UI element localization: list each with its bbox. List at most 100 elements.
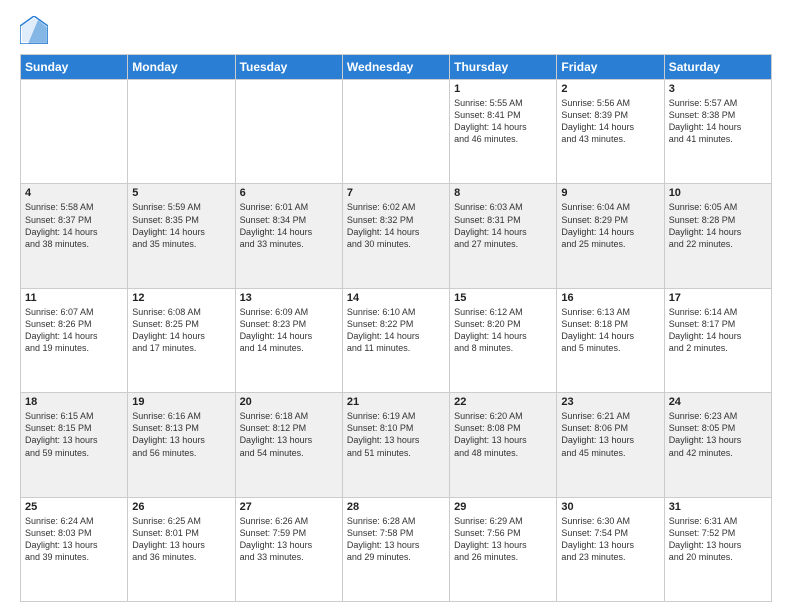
day-number: 8 [454, 187, 552, 199]
day-info: Sunrise: 6:10 AM Sunset: 8:22 PM Dayligh… [347, 306, 445, 355]
calendar: SundayMondayTuesdayWednesdayThursdayFrid… [20, 54, 772, 602]
week-row-4: 25 Sunrise: 6:24 AM Sunset: 8:03 PM Dayli… [21, 497, 772, 601]
day-cell-25: 25 Sunrise: 6:24 AM Sunset: 8:03 PM Dayli… [21, 497, 128, 601]
day-number: 27 [240, 501, 338, 513]
day-info: Sunrise: 6:29 AM Sunset: 7:56 PM Dayligh… [454, 515, 552, 564]
day-cell-31: 31 Sunrise: 6:31 AM Sunset: 7:52 PM Dayli… [664, 497, 771, 601]
day-number: 29 [454, 501, 552, 513]
day-info: Sunrise: 5:59 AM Sunset: 8:35 PM Dayligh… [132, 201, 230, 250]
day-cell-20: 20 Sunrise: 6:18 AM Sunset: 8:12 PM Dayli… [235, 393, 342, 497]
day-number: 19 [132, 396, 230, 408]
day-number: 22 [454, 396, 552, 408]
day-info: Sunrise: 6:21 AM Sunset: 8:06 PM Dayligh… [561, 410, 659, 459]
day-cell-10: 10 Sunrise: 6:05 AM Sunset: 8:28 PM Dayli… [664, 184, 771, 288]
col-header-friday: Friday [557, 55, 664, 80]
day-cell-13: 13 Sunrise: 6:09 AM Sunset: 8:23 PM Dayli… [235, 288, 342, 392]
day-info: Sunrise: 5:56 AM Sunset: 8:39 PM Dayligh… [561, 97, 659, 146]
day-cell-9: 9Sunrise: 6:04 AM Sunset: 8:29 PM Daylig… [557, 184, 664, 288]
day-cell-30: 30 Sunrise: 6:30 AM Sunset: 7:54 PM Dayli… [557, 497, 664, 601]
day-info: Sunrise: 6:15 AM Sunset: 8:15 PM Dayligh… [25, 410, 123, 459]
day-info: Sunrise: 6:16 AM Sunset: 8:13 PM Dayligh… [132, 410, 230, 459]
day-number: 6 [240, 187, 338, 199]
day-info: Sunrise: 6:20 AM Sunset: 8:08 PM Dayligh… [454, 410, 552, 459]
day-cell-17: 17 Sunrise: 6:14 AM Sunset: 8:17 PM Dayli… [664, 288, 771, 392]
day-cell-2: 2 Sunrise: 5:56 AM Sunset: 8:39 PM Daylig… [557, 80, 664, 184]
day-number: 4 [25, 187, 123, 199]
day-info: Sunrise: 5:58 AM Sunset: 8:37 PM Dayligh… [25, 201, 123, 250]
day-info: Sunrise: 6:05 AM Sunset: 8:28 PM Dayligh… [669, 201, 767, 250]
day-cell-7: 7 Sunrise: 6:02 AM Sunset: 8:32 PM Daylig… [342, 184, 449, 288]
day-number: 18 [25, 396, 123, 408]
logo [20, 16, 52, 44]
calendar-header-row: SundayMondayTuesdayWednesdayThursdayFrid… [21, 55, 772, 80]
day-cell-11: 11Sunrise: 6:07 AM Sunset: 8:26 PM Dayli… [21, 288, 128, 392]
day-info: Sunrise: 6:09 AM Sunset: 8:23 PM Dayligh… [240, 306, 338, 355]
day-info: Sunrise: 6:02 AM Sunset: 8:32 PM Dayligh… [347, 201, 445, 250]
day-info: Sunrise: 6:12 AM Sunset: 8:20 PM Dayligh… [454, 306, 552, 355]
day-cell-27: 27Sunrise: 6:26 AM Sunset: 7:59 PM Dayli… [235, 497, 342, 601]
col-header-monday: Monday [128, 55, 235, 80]
day-number: 10 [669, 187, 767, 199]
day-cell-8: 8 Sunrise: 6:03 AM Sunset: 8:31 PM Daylig… [450, 184, 557, 288]
col-header-wednesday: Wednesday [342, 55, 449, 80]
col-header-sunday: Sunday [21, 55, 128, 80]
day-number: 1 [454, 83, 552, 95]
day-info: Sunrise: 5:57 AM Sunset: 8:38 PM Dayligh… [669, 97, 767, 146]
day-info: Sunrise: 6:31 AM Sunset: 7:52 PM Dayligh… [669, 515, 767, 564]
day-cell-14: 14Sunrise: 6:10 AM Sunset: 8:22 PM Dayli… [342, 288, 449, 392]
day-cell-24: 24Sunrise: 6:23 AM Sunset: 8:05 PM Dayli… [664, 393, 771, 497]
day-number: 16 [561, 292, 659, 304]
day-cell-6: 6 Sunrise: 6:01 AM Sunset: 8:34 PM Daylig… [235, 184, 342, 288]
day-info: Sunrise: 6:03 AM Sunset: 8:31 PM Dayligh… [454, 201, 552, 250]
col-header-thursday: Thursday [450, 55, 557, 80]
empty-cell [128, 80, 235, 184]
empty-cell [342, 80, 449, 184]
day-number: 25 [25, 501, 123, 513]
logo-icon [20, 16, 48, 44]
day-cell-23: 23 Sunrise: 6:21 AM Sunset: 8:06 PM Dayli… [557, 393, 664, 497]
day-info: Sunrise: 6:19 AM Sunset: 8:10 PM Dayligh… [347, 410, 445, 459]
day-number: 17 [669, 292, 767, 304]
day-number: 26 [132, 501, 230, 513]
day-info: Sunrise: 6:04 AM Sunset: 8:29 PM Dayligh… [561, 201, 659, 250]
day-info: Sunrise: 6:30 AM Sunset: 7:54 PM Dayligh… [561, 515, 659, 564]
day-cell-26: 26 Sunrise: 6:25 AM Sunset: 8:01 PM Dayli… [128, 497, 235, 601]
day-info: Sunrise: 6:14 AM Sunset: 8:17 PM Dayligh… [669, 306, 767, 355]
day-info: Sunrise: 6:01 AM Sunset: 8:34 PM Dayligh… [240, 201, 338, 250]
day-number: 20 [240, 396, 338, 408]
day-cell-22: 22 Sunrise: 6:20 AM Sunset: 8:08 PM Dayli… [450, 393, 557, 497]
week-row-3: 18 Sunrise: 6:15 AM Sunset: 8:15 PM Dayli… [21, 393, 772, 497]
day-cell-4: 4 Sunrise: 5:58 AM Sunset: 8:37 PM Daylig… [21, 184, 128, 288]
day-cell-15: 15 Sunrise: 6:12 AM Sunset: 8:20 PM Dayli… [450, 288, 557, 392]
day-cell-1: 1 Sunrise: 5:55 AM Sunset: 8:41 PM Daylig… [450, 80, 557, 184]
day-number: 28 [347, 501, 445, 513]
day-info: Sunrise: 6:25 AM Sunset: 8:01 PM Dayligh… [132, 515, 230, 564]
day-cell-5: 5Sunrise: 5:59 AM Sunset: 8:35 PM Daylig… [128, 184, 235, 288]
week-row-1: 4 Sunrise: 5:58 AM Sunset: 8:37 PM Daylig… [21, 184, 772, 288]
day-info: Sunrise: 5:55 AM Sunset: 8:41 PM Dayligh… [454, 97, 552, 146]
day-cell-16: 16Sunrise: 6:13 AM Sunset: 8:18 PM Dayli… [557, 288, 664, 392]
day-number: 31 [669, 501, 767, 513]
day-cell-18: 18 Sunrise: 6:15 AM Sunset: 8:15 PM Dayli… [21, 393, 128, 497]
empty-cell [21, 80, 128, 184]
day-number: 7 [347, 187, 445, 199]
day-cell-12: 12 Sunrise: 6:08 AM Sunset: 8:25 PM Dayli… [128, 288, 235, 392]
week-row-0: 1 Sunrise: 5:55 AM Sunset: 8:41 PM Daylig… [21, 80, 772, 184]
day-number: 30 [561, 501, 659, 513]
day-info: Sunrise: 6:24 AM Sunset: 8:03 PM Dayligh… [25, 515, 123, 564]
day-number: 21 [347, 396, 445, 408]
day-number: 12 [132, 292, 230, 304]
day-number: 11 [25, 292, 123, 304]
day-number: 2 [561, 83, 659, 95]
day-info: Sunrise: 6:28 AM Sunset: 7:58 PM Dayligh… [347, 515, 445, 564]
day-number: 23 [561, 396, 659, 408]
day-number: 13 [240, 292, 338, 304]
page: SundayMondayTuesdayWednesdayThursdayFrid… [0, 0, 792, 612]
day-number: 24 [669, 396, 767, 408]
day-info: Sunrise: 6:08 AM Sunset: 8:25 PM Dayligh… [132, 306, 230, 355]
col-header-tuesday: Tuesday [235, 55, 342, 80]
day-number: 3 [669, 83, 767, 95]
day-number: 15 [454, 292, 552, 304]
day-info: Sunrise: 6:18 AM Sunset: 8:12 PM Dayligh… [240, 410, 338, 459]
day-cell-28: 28 Sunrise: 6:28 AM Sunset: 7:58 PM Dayli… [342, 497, 449, 601]
